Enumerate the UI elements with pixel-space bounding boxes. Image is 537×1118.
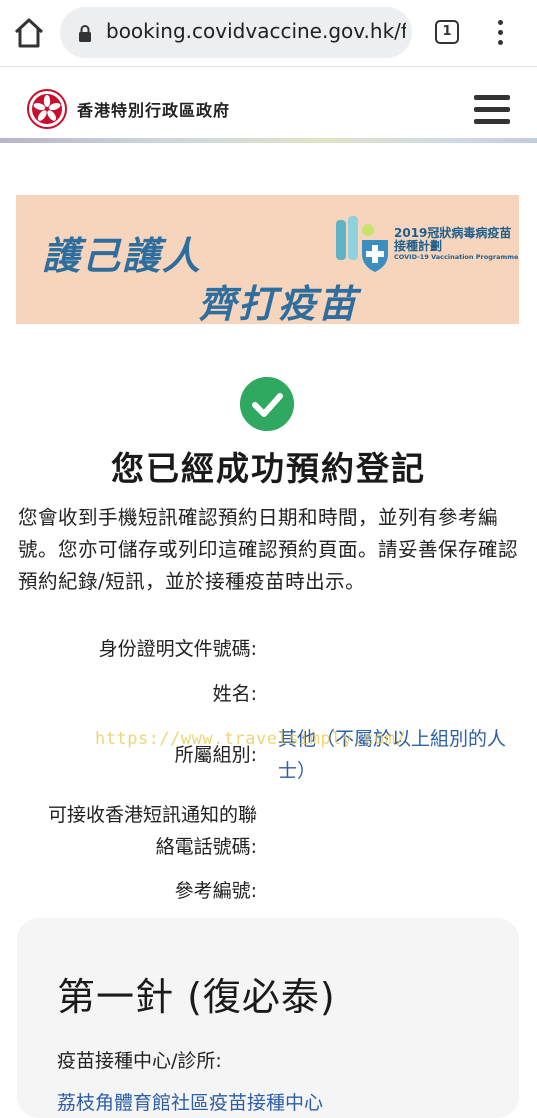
phone-label-line1: 可接收香港短訊通知的聯 xyxy=(47,804,257,826)
vaccination-centre-value: 荔枝角體育館社區疫苗接種中心 xyxy=(57,1092,324,1114)
lock-icon xyxy=(79,25,91,42)
watermark: https://www.travelsimply.com/ xyxy=(95,729,407,749)
tab-switcher-button[interactable]: 1 xyxy=(435,20,459,44)
phone-label-line2: 絡電話號碼: xyxy=(155,836,257,858)
site-header: 香港特別行政區政府 xyxy=(0,66,537,139)
header-divider xyxy=(0,138,537,143)
vaccine-mascot-icon xyxy=(336,216,388,272)
name-label: 姓名: xyxy=(212,683,257,705)
first-dose-card: 第一針 (復必泰) 疫苗接種中心/診所: 荔枝角體育館社區疫苗接種中心 xyxy=(17,918,519,1118)
reference-number-label: 參考編號: xyxy=(174,880,257,902)
campaign-banner: 護己護人 齊打疫苗 2019冠狀病毒病疫苗接種計劃 COVID-19 Vacci… xyxy=(16,195,519,324)
more-menu-icon[interactable] xyxy=(490,18,510,48)
home-icon[interactable] xyxy=(12,17,46,49)
confirmation-message: 您會收到手機短訊確認預約日期和時間，並列有參考編號。您亦可儲存或列印這確認預約頁… xyxy=(18,506,519,593)
programme-title: 2019冠狀病毒病疫苗接種計劃 xyxy=(394,226,512,253)
government-name: 香港特別行政區政府 xyxy=(77,101,231,120)
confirmation-title: 您已經成功預約登記 xyxy=(111,449,426,488)
browser-toolbar: booking.covidvaccine.gov.hk/fo 1 xyxy=(0,0,537,66)
id-number-label: 身份證明文件號碼: xyxy=(98,638,257,660)
address-bar[interactable]: booking.covidvaccine.gov.hk/fo xyxy=(60,7,412,58)
hamburger-menu-icon[interactable] xyxy=(474,95,510,125)
banner-slogan-line2: 齊打疫苗 xyxy=(198,282,359,324)
vaccination-centre-label: 疫苗接種中心/診所: xyxy=(57,1050,222,1072)
url-text: booking.covidvaccine.gov.hk/fo xyxy=(106,19,406,43)
banner-slogan-line1: 護己護人 xyxy=(42,234,203,278)
dose-title: 第一針 (復必泰) xyxy=(57,975,336,1019)
hksar-emblem-icon xyxy=(27,89,67,129)
success-check-icon xyxy=(240,377,294,431)
programme-title-en: COVID-19 Vaccination Programme xyxy=(394,253,519,261)
